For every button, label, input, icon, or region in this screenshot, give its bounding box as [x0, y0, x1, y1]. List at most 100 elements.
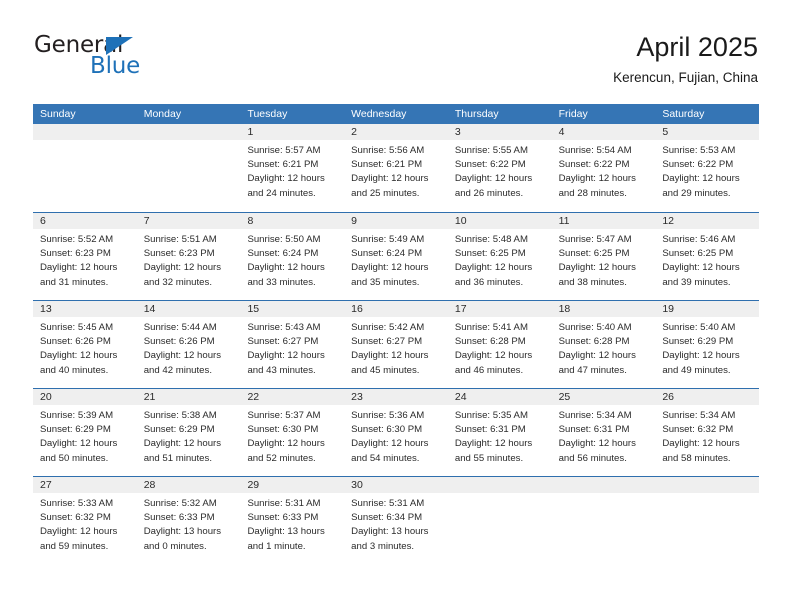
day-cell[interactable]: 11 Sunrise: 5:47 AM Sunset: 6:25 PM Dayligh…	[551, 213, 656, 300]
day-number: 10	[447, 213, 552, 229]
page-title: April 2025	[636, 32, 758, 62]
sunrise-text: Sunrise: 5:56 AM	[351, 145, 425, 156]
sunrise-text: Sunrise: 5:47 AM	[558, 234, 632, 245]
day-details: Sunrise: 5:36 AM Sunset: 6:30 PM Daylight:…	[344, 405, 448, 466]
day-cell[interactable]: 29 Sunrise: 5:31 AM Sunset: 6:33 PM Dayligh…	[240, 477, 345, 564]
day-cell[interactable]: 27 Sunrise: 5:33 AM Sunset: 6:32 PM Dayligh…	[33, 477, 137, 564]
sunset-text: Sunset: 6:23 PM	[143, 248, 215, 260]
day-number: 21	[136, 389, 241, 405]
day-number: 23	[344, 389, 448, 405]
sunset-text: Sunset: 6:30 PM	[247, 424, 319, 436]
day-details: Sunrise: 5:45 AM Sunset: 6:26 PM Daylight:…	[33, 317, 137, 378]
sunrise-text: Sunrise: 5:37 AM	[247, 410, 321, 421]
day-number: 5	[655, 124, 760, 140]
day-number: 16	[344, 301, 448, 317]
day-cell[interactable]: 4 Sunrise: 5:54 AM Sunset: 6:22 PM Daylight…	[551, 124, 656, 212]
sunrise-text: Sunrise: 5:38 AM	[143, 410, 217, 421]
sunset-text: Sunset: 6:33 PM	[143, 512, 215, 524]
daylight-text: Daylight: 12 hours and 43 minutes.	[247, 350, 325, 376]
sunrise-text: Sunrise: 5:54 AM	[558, 145, 632, 156]
sunrise-text: Sunrise: 5:31 AM	[247, 498, 321, 509]
day-number: 11	[551, 213, 656, 229]
day-cell[interactable]: 25 Sunrise: 5:34 AM Sunset: 6:31 PM Dayligh…	[551, 389, 656, 476]
sunrise-text: Sunrise: 5:31 AM	[351, 498, 425, 509]
day-cell[interactable]: 1 Sunrise: 5:57 AM Sunset: 6:21 PM Daylight…	[240, 124, 345, 212]
day-cell[interactable]: 20 Sunrise: 5:39 AM Sunset: 6:29 PM Dayligh…	[33, 389, 137, 476]
weekday-header-thursday: Thursday	[454, 108, 499, 120]
sunset-text: Sunset: 6:33 PM	[247, 512, 319, 524]
day-number: 30	[344, 477, 448, 493]
sunset-text: Sunset: 6:26 PM	[143, 336, 215, 348]
day-details: Sunrise: 5:49 AM Sunset: 6:24 PM Daylight:…	[344, 229, 448, 290]
sunset-text: Sunset: 6:22 PM	[558, 159, 630, 171]
daylight-text: Daylight: 12 hours and 33 minutes.	[247, 262, 325, 288]
day-cell[interactable]: 3 Sunrise: 5:55 AM Sunset: 6:22 PM Daylight…	[447, 124, 552, 212]
day-details: Sunrise: 5:35 AM Sunset: 6:31 PM Daylight:…	[448, 405, 552, 466]
day-cell[interactable]: 5 Sunrise: 5:53 AM Sunset: 6:22 PM Daylight…	[655, 124, 760, 212]
sunset-text: Sunset: 6:26 PM	[40, 336, 111, 348]
sunset-text: Sunset: 6:23 PM	[40, 248, 111, 260]
day-cell[interactable]: 28 Sunrise: 5:32 AM Sunset: 6:33 PM Dayligh…	[136, 477, 241, 564]
day-cell[interactable]: 18 Sunrise: 5:40 AM Sunset: 6:28 PM Dayligh…	[551, 301, 656, 388]
day-cell[interactable]: 21 Sunrise: 5:38 AM Sunset: 6:29 PM Dayligh…	[136, 389, 241, 476]
sunrise-text: Sunrise: 5:46 AM	[662, 234, 736, 245]
day-cell[interactable]: 9 Sunrise: 5:49 AM Sunset: 6:24 PM Daylight…	[344, 213, 448, 300]
day-cell[interactable]: 2 Sunrise: 5:56 AM Sunset: 6:21 PM Daylight…	[344, 124, 448, 212]
sunrise-text: Sunrise: 5:40 AM	[558, 322, 632, 333]
day-cell[interactable]: 19 Sunrise: 5:40 AM Sunset: 6:29 PM Dayligh…	[655, 301, 760, 388]
day-cell[interactable]: 26 Sunrise: 5:34 AM Sunset: 6:32 PM Dayligh…	[655, 389, 760, 476]
day-cell[interactable]: 22 Sunrise: 5:37 AM Sunset: 6:30 PM Dayligh…	[240, 389, 345, 476]
day-details: Sunrise: 5:38 AM Sunset: 6:29 PM Daylight:…	[137, 405, 241, 466]
day-cell[interactable]: 16 Sunrise: 5:42 AM Sunset: 6:27 PM Dayligh…	[344, 301, 448, 388]
day-cell[interactable]: 8 Sunrise: 5:50 AM Sunset: 6:24 PM Daylight…	[240, 213, 345, 300]
day-number: 17	[447, 301, 552, 317]
day-number: 13	[33, 301, 137, 317]
daylight-text: Daylight: 13 hours and 0 minutes.	[143, 526, 222, 552]
day-number: 14	[136, 301, 241, 317]
sunrise-text: Sunrise: 5:33 AM	[40, 498, 114, 509]
sunset-text: Sunset: 6:21 PM	[351, 159, 423, 171]
day-cell[interactable]: 7 Sunrise: 5:51 AM Sunset: 6:23 PM Daylight…	[136, 213, 241, 300]
day-details: Sunrise: 5:32 AM Sunset: 6:33 PM Daylight:…	[137, 493, 241, 554]
daylight-text: Daylight: 12 hours and 56 minutes.	[558, 438, 636, 464]
sunrise-text: Sunrise: 5:48 AM	[454, 234, 528, 245]
daylight-text: Daylight: 12 hours and 49 minutes.	[662, 350, 740, 376]
sunrise-text: Sunrise: 5:51 AM	[143, 234, 217, 245]
day-cell[interactable]: 23 Sunrise: 5:36 AM Sunset: 6:30 PM Dayligh…	[344, 389, 448, 476]
day-details: Sunrise: 5:52 AM Sunset: 6:23 PM Daylight:…	[33, 229, 137, 290]
day-cell[interactable]: 24 Sunrise: 5:35 AM Sunset: 6:31 PM Dayligh…	[447, 389, 552, 476]
day-cell[interactable]: 10 Sunrise: 5:48 AM Sunset: 6:25 PM Dayligh…	[447, 213, 552, 300]
daylight-text: Daylight: 12 hours and 51 minutes.	[143, 438, 222, 464]
day-cell[interactable]: 6 Sunrise: 5:52 AM Sunset: 6:23 PM Daylight…	[33, 213, 137, 300]
weekday-header-sunday: Sunday	[40, 108, 76, 120]
day-details: Sunrise: 5:34 AM Sunset: 6:32 PM Daylight:…	[655, 405, 759, 466]
day-cell[interactable]: 17 Sunrise: 5:41 AM Sunset: 6:28 PM Dayligh…	[447, 301, 552, 388]
sunrise-text: Sunrise: 5:57 AM	[247, 145, 321, 156]
day-details: Sunrise: 5:47 AM Sunset: 6:25 PM Daylight:…	[552, 229, 656, 290]
day-details: Sunrise: 5:44 AM Sunset: 6:26 PM Daylight:…	[137, 317, 241, 378]
day-details: Sunrise: 5:50 AM Sunset: 6:24 PM Daylight:…	[240, 229, 344, 290]
sunset-text: Sunset: 6:31 PM	[454, 424, 526, 436]
sunrise-text: Sunrise: 5:32 AM	[143, 498, 217, 509]
day-number: 3	[447, 124, 552, 140]
day-cell[interactable]: 12 Sunrise: 5:46 AM Sunset: 6:25 PM Dayligh…	[655, 213, 760, 300]
day-details: Sunrise: 5:31 AM Sunset: 6:34 PM Daylight:…	[344, 493, 448, 554]
day-cell[interactable]: 15 Sunrise: 5:43 AM Sunset: 6:27 PM Dayligh…	[240, 301, 345, 388]
sunset-text: Sunset: 6:24 PM	[247, 248, 319, 260]
sunset-text: Sunset: 6:29 PM	[143, 424, 215, 436]
day-cell[interactable]: 14 Sunrise: 5:44 AM Sunset: 6:26 PM Dayligh…	[136, 301, 241, 388]
day-number	[551, 477, 656, 493]
day-number: 27	[33, 477, 137, 493]
daylight-text: Daylight: 12 hours and 58 minutes.	[662, 438, 740, 464]
calendar-week-row: 20 Sunrise: 5:39 AM Sunset: 6:29 PM Dayligh…	[33, 388, 760, 476]
day-cell[interactable]: 30 Sunrise: 5:31 AM Sunset: 6:34 PM Dayligh…	[344, 477, 448, 564]
weekday-header-row: Sunday Monday Tuesday Wednesday Thursday Frid…	[33, 104, 759, 124]
sunset-text: Sunset: 6:30 PM	[351, 424, 423, 436]
day-cell[interactable]: 13 Sunrise: 5:45 AM Sunset: 6:26 PM Dayligh…	[33, 301, 137, 388]
day-details: Sunrise: 5:41 AM Sunset: 6:28 PM Daylight:…	[448, 317, 552, 378]
day-details: Sunrise: 5:37 AM Sunset: 6:30 PM Daylight:…	[240, 405, 344, 466]
day-number	[33, 124, 137, 140]
sunrise-text: Sunrise: 5:36 AM	[351, 410, 425, 421]
daylight-text: Daylight: 12 hours and 36 minutes.	[454, 262, 533, 288]
day-details: Sunrise: 5:31 AM Sunset: 6:33 PM Daylight:…	[240, 493, 344, 554]
